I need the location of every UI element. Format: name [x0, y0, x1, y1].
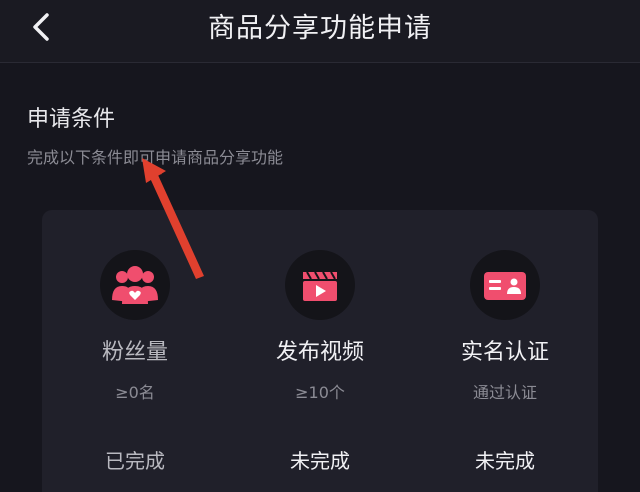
conditions-card: 粉丝量 ≥0名 已完成 发布视频 ≥10个 未完成 实名认证 通过认证 未完成: [42, 210, 598, 492]
condition-real-name[interactable]: 实名认证 通过认证 未完成: [412, 210, 598, 492]
condition-name: 发布视频: [275, 340, 364, 365]
condition-status: 未完成: [475, 449, 535, 473]
condition-requirement: ≥10个: [295, 383, 345, 402]
condition-status: 未完成: [290, 449, 350, 473]
fans-group-icon: [100, 250, 170, 320]
condition-name: 实名认证: [460, 340, 549, 365]
condition-videos[interactable]: 发布视频 ≥10个 未完成: [227, 210, 413, 492]
condition-status: 已完成: [105, 449, 165, 473]
section-title: 申请条件: [27, 107, 116, 132]
header: 商品分享功能申请: [0, 0, 640, 63]
video-clapper-icon: [285, 250, 355, 320]
condition-name: 粉丝量: [101, 340, 168, 365]
condition-fans[interactable]: 粉丝量 ≥0名 已完成: [42, 210, 228, 492]
condition-requirement: 通过认证: [472, 383, 537, 402]
page-title: 商品分享功能申请: [208, 13, 432, 44]
screen: 商品分享功能申请 申请条件 完成以下条件即可申请商品分享功能 粉丝量 ≥0名 已…: [0, 0, 640, 492]
section-subtitle: 完成以下条件即可申请商品分享功能: [27, 148, 284, 167]
id-card-icon: [470, 250, 540, 320]
condition-requirement: ≥0名: [115, 383, 155, 402]
